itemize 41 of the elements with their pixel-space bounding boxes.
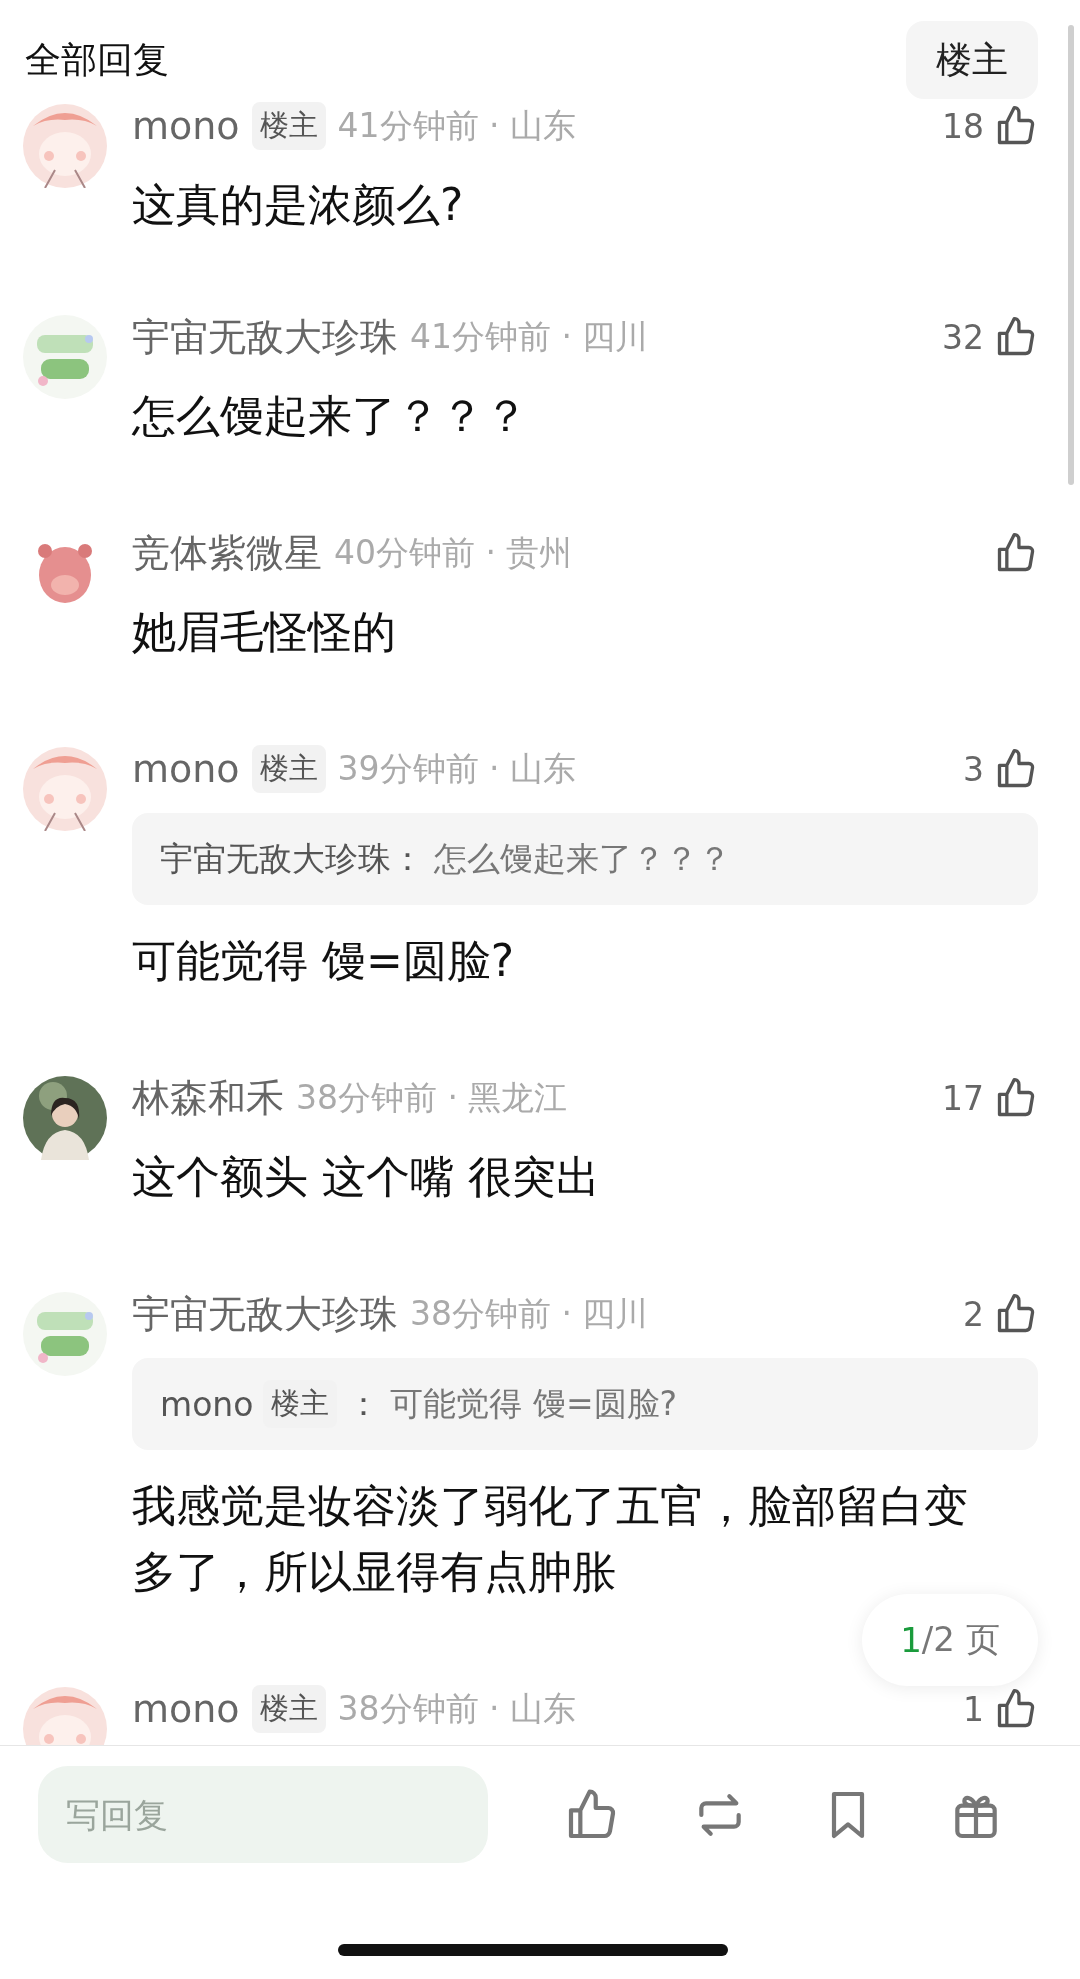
comment-text: 她眉毛怪怪的 [132, 605, 397, 659]
section-title: 全部回复 [25, 37, 169, 82]
like-count: 2 [963, 1294, 984, 1334]
comment-text: 可能觉得 馒=圆脸? [132, 934, 516, 988]
author-badge: 楼主 [251, 102, 326, 150]
like-count: 18 [942, 106, 984, 146]
quoted-text: 怎么馒起来了？？？ [434, 837, 731, 880]
author-badge: 楼主 [251, 1685, 326, 1733]
like-count: 1 [963, 1689, 984, 1729]
quote-separator: ： [347, 1382, 381, 1425]
user-name[interactable]: 宇宙无敌大珍珠 [132, 311, 398, 363]
user-name[interactable]: 宇宙无敌大珍珠 [132, 1288, 398, 1340]
quoted-text: 可能觉得 馒=圆脸? [390, 1382, 678, 1425]
like-count: 3 [963, 749, 984, 789]
comment-meta: 41分钟前 · 四川 [410, 315, 649, 358]
comment-meta: 38分钟前 · 山东 [337, 1687, 577, 1730]
author-badge: 楼主 [251, 745, 326, 793]
quoted-reply[interactable]: mono 楼主 ： 可能觉得 馒=圆脸? [132, 1358, 1038, 1450]
quoted-user: 宇宙无敌大珍珠： [160, 837, 424, 880]
user-name[interactable]: mono [132, 747, 240, 791]
user-name[interactable]: mono [132, 1687, 240, 1731]
comment-meta: 38分钟前 · 四川 [410, 1292, 649, 1335]
scrollbar[interactable] [1068, 25, 1074, 485]
quoted-reply[interactable]: 宇宙无敌大珍珠： 怎么馒起来了？？？ [132, 813, 1038, 905]
comment-meta: 41分钟前 · 山东 [337, 104, 577, 147]
user-name[interactable]: 林森和禾 [132, 1072, 284, 1124]
comment-text: 这真的是浓颜么? [132, 178, 465, 232]
comment-meta: 39分钟前 · 山东 [337, 747, 577, 790]
avatar[interactable] [23, 1076, 107, 1160]
comment-text: 这个额头 这个嘴 很突出 [132, 1150, 601, 1204]
comment-meta: 40分钟前 · 贵州 [334, 531, 573, 574]
user-name[interactable]: mono [132, 104, 240, 148]
page-indicator[interactable]: 1/2 页 [862, 1594, 1038, 1686]
comment-meta: 38分钟前 · 黑龙江 [296, 1076, 568, 1119]
filter-button[interactable]: 楼主 [906, 21, 1038, 99]
reply-field[interactable]: 写回复 [38, 1766, 488, 1863]
user-name[interactable]: 竞体紫微星 [132, 527, 322, 579]
quoted-user: mono [160, 1384, 254, 1424]
like-count: 17 [942, 1078, 984, 1118]
like-count: 32 [942, 317, 984, 357]
comment-text: 怎么馒起来了？？？ [132, 389, 529, 443]
